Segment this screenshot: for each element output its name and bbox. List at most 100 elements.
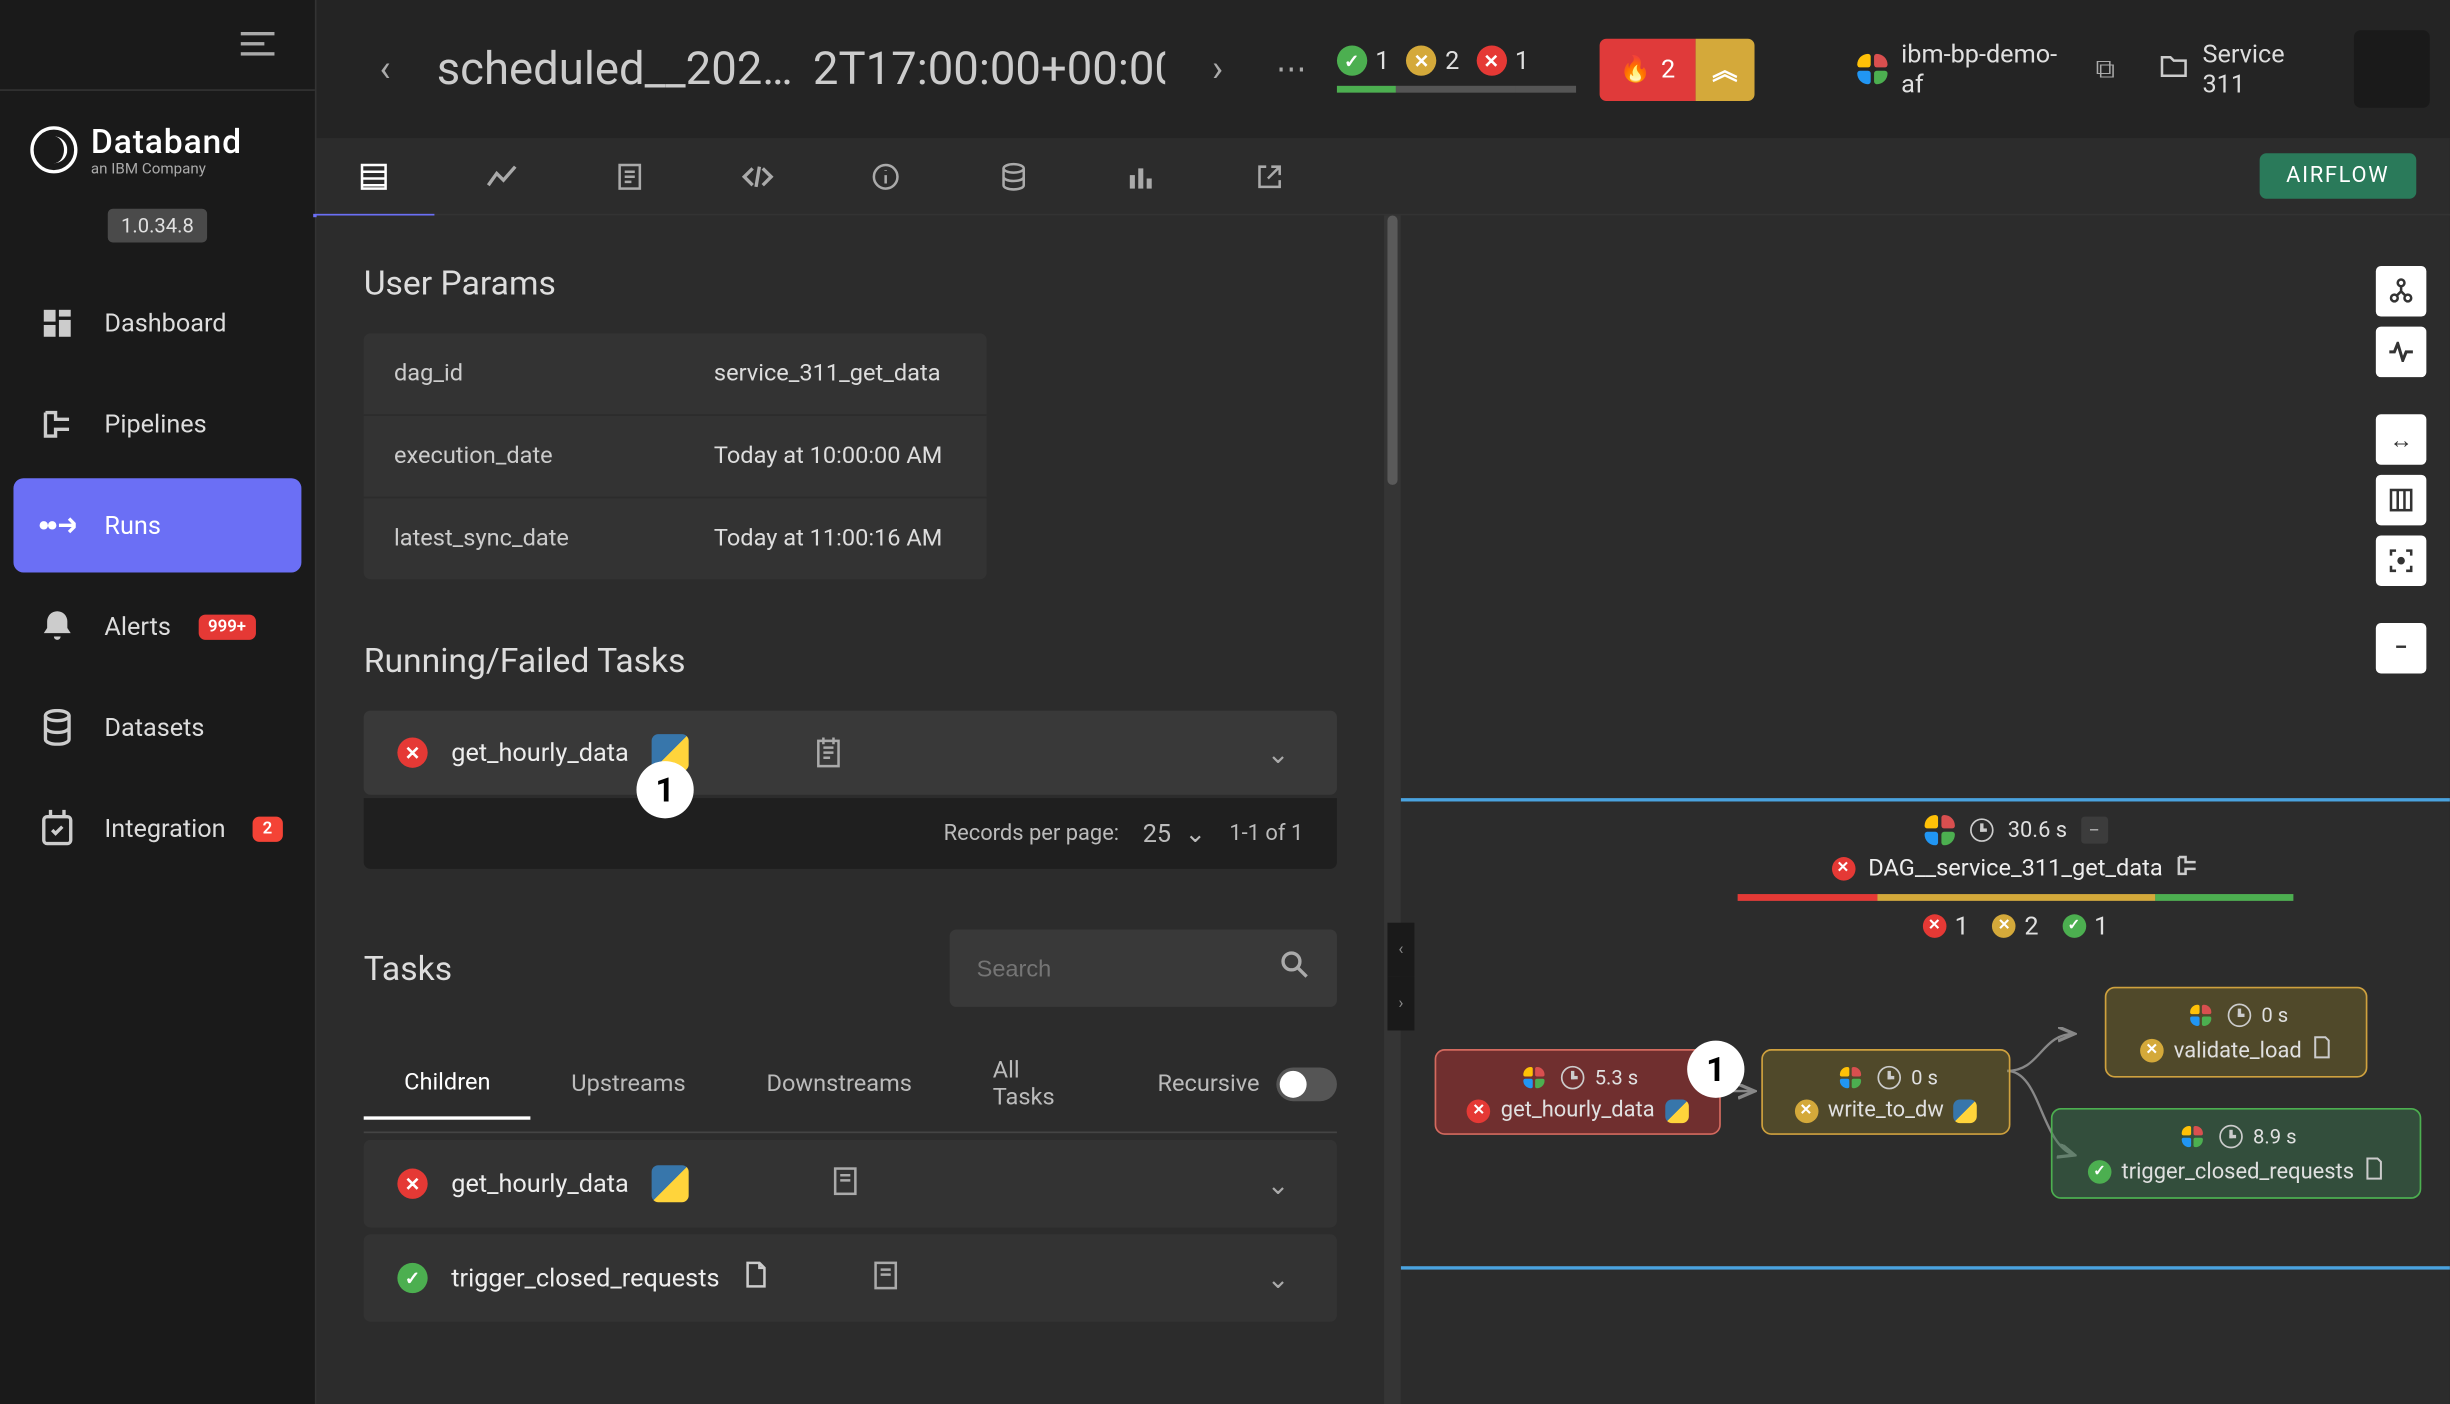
tab-upstreams[interactable]: Upstreams bbox=[531, 1051, 726, 1118]
airflow-button[interactable]: AIRFLOW bbox=[2259, 153, 2416, 198]
folder-chip[interactable]: Service 311 bbox=[2159, 39, 2330, 100]
airflow-icon bbox=[2181, 1125, 2205, 1149]
graph-fit-width-button[interactable]: ↔ bbox=[2376, 414, 2427, 465]
page-size-select[interactable]: 25⌄ bbox=[1143, 818, 1206, 848]
chevron-down-icon[interactable]: ⌄ bbox=[1253, 1168, 1304, 1200]
task-row[interactable]: ✓ trigger_closed_requests ⌄ bbox=[364, 1234, 1337, 1322]
doc-icon bbox=[2364, 1157, 2384, 1187]
param-row: latest_sync_dateToday at 11:00:16 AM bbox=[364, 498, 987, 579]
success-icon: ✓ bbox=[2062, 914, 2086, 938]
more-icon[interactable]: ⋯ bbox=[1269, 51, 1313, 86]
notes-icon[interactable] bbox=[830, 1164, 860, 1204]
alerts-pills[interactable]: 🔥2 ︽ bbox=[1599, 38, 1754, 100]
recursive-toggle[interactable]: Recursive bbox=[1157, 1068, 1336, 1102]
sidebar-item-datasets[interactable]: Datasets bbox=[13, 680, 301, 774]
settings-button[interactable] bbox=[2354, 30, 2430, 107]
sidebar-item-integration[interactable]: Integration 2 bbox=[13, 781, 301, 875]
version-badge: 1.0.34.8 bbox=[108, 209, 208, 243]
dag-root: 30.6 s − ✕ DAG__service_311_get_data bbox=[1738, 813, 2294, 941]
failed-icon: ✕ bbox=[1923, 914, 1947, 938]
pipelines-icon bbox=[37, 404, 77, 444]
dag-graph-panel[interactable]: 30.6 s − ✕ DAG__service_311_get_data bbox=[1401, 216, 2450, 1404]
sidebar: Databand an IBM Company 1.0.34.8 Dashboa… bbox=[0, 0, 317, 1404]
tasks-search[interactable] bbox=[950, 929, 1337, 1006]
logo-area: Databand an IBM Company bbox=[0, 91, 315, 192]
sidebar-item-label: Runs bbox=[104, 510, 160, 540]
task-row[interactable]: ✕ get_hourly_data ⌄ bbox=[364, 1140, 1337, 1228]
clock-icon bbox=[1877, 1066, 1901, 1090]
clock-icon bbox=[1561, 1066, 1585, 1090]
chevron-up-double-icon: ︽ bbox=[1712, 51, 1737, 86]
chevron-down-icon[interactable]: ⌄ bbox=[1253, 737, 1304, 769]
tab-external[interactable] bbox=[1246, 152, 1293, 199]
datasets-icon bbox=[37, 707, 77, 747]
external-link-icon[interactable]: ⧉ bbox=[2096, 52, 2115, 86]
alerts-icon bbox=[37, 606, 77, 646]
airflow-icon bbox=[1855, 52, 1888, 86]
sidebar-item-label: Dashboard bbox=[104, 308, 226, 338]
clock-icon bbox=[1971, 818, 1995, 842]
tasks-title: Tasks bbox=[364, 948, 452, 988]
source-chip[interactable]: ibm-bp-demo-af ⧉ bbox=[1835, 29, 2136, 110]
sidebar-item-dashboard[interactable]: Dashboard bbox=[13, 276, 301, 370]
sidebar-item-alerts[interactable]: Alerts 999+ bbox=[13, 579, 301, 673]
node-get-hourly-data[interactable]: 5.3 s ✕get_hourly_data bbox=[1435, 1049, 1721, 1135]
grip-right-icon: › bbox=[1387, 977, 1414, 1031]
graph-layout-button[interactable] bbox=[2376, 266, 2427, 317]
tab-info[interactable] bbox=[862, 152, 909, 199]
tab-metrics[interactable] bbox=[478, 152, 525, 199]
node-write-to-dw[interactable]: 0 s ✕write_to_dw bbox=[1761, 1049, 2010, 1135]
graph-activity-button[interactable] bbox=[2376, 327, 2427, 378]
breadcrumb-prev-button[interactable]: ‹ bbox=[357, 40, 413, 97]
graph-center-button[interactable] bbox=[2376, 535, 2427, 586]
breadcrumb-next-button[interactable]: › bbox=[1189, 40, 1245, 97]
failed-icon: ✕ bbox=[1831, 857, 1855, 881]
integration-badge: 2 bbox=[253, 816, 283, 841]
airflow-icon bbox=[2189, 1004, 2213, 1028]
retry-icon: ✕ bbox=[1794, 1099, 1818, 1123]
tab-children[interactable]: Children bbox=[364, 1049, 531, 1120]
tab-downstreams[interactable]: Downstreams bbox=[726, 1051, 952, 1118]
menu-collapse-icon bbox=[241, 31, 275, 58]
callout-1: 1 bbox=[636, 761, 693, 818]
alerts-badge: 999+ bbox=[198, 614, 256, 639]
grip-left-icon: ‹ bbox=[1387, 923, 1414, 977]
chevron-down-icon[interactable]: ⌄ bbox=[1253, 1262, 1304, 1294]
node-validate-load[interactable]: 0 s ✕validate_load bbox=[2105, 987, 2368, 1078]
graph-map-button[interactable] bbox=[2376, 475, 2427, 526]
graph-controls: ↔ − bbox=[2376, 266, 2427, 673]
failed-icon: ✕ bbox=[1467, 1099, 1491, 1123]
node-trigger-closed-requests[interactable]: 8.9 s ✓trigger_closed_requests bbox=[2051, 1108, 2421, 1199]
retry-icon: ✕ bbox=[1406, 45, 1436, 75]
callout-1: 1 bbox=[1687, 1041, 1744, 1098]
sidebar-item-runs[interactable]: Runs bbox=[13, 478, 301, 572]
tab-data[interactable] bbox=[990, 152, 1037, 199]
tab-all-tasks[interactable]: All Tasks bbox=[952, 1037, 1110, 1131]
clock-icon bbox=[2219, 1125, 2243, 1149]
search-icon bbox=[1280, 950, 1310, 987]
tabs-bar: AIRFLOW bbox=[317, 138, 2450, 215]
search-input[interactable] bbox=[977, 955, 1263, 982]
minus-icon[interactable]: − bbox=[2081, 817, 2108, 844]
doc-icon bbox=[743, 1259, 770, 1296]
notes-icon[interactable] bbox=[871, 1258, 901, 1298]
sidebar-item-pipelines[interactable]: Pipelines bbox=[13, 377, 301, 471]
pane-resize-grip[interactable]: ‹ › bbox=[1387, 923, 1414, 1031]
logo-icon bbox=[30, 126, 77, 173]
tab-logs[interactable] bbox=[606, 152, 653, 199]
scrollbar[interactable] bbox=[1384, 216, 1401, 1404]
tab-chart[interactable] bbox=[1118, 152, 1165, 199]
page-range: 1-1 of 1 bbox=[1229, 821, 1303, 846]
notes-icon[interactable] bbox=[814, 736, 848, 770]
tab-overview[interactable] bbox=[350, 152, 397, 199]
sidebar-collapse-button[interactable] bbox=[0, 0, 315, 91]
airflow-icon bbox=[1522, 1066, 1546, 1090]
running-failed-title: Running/Failed Tasks bbox=[364, 640, 1337, 680]
tab-code[interactable] bbox=[734, 152, 781, 199]
graph-zoom-out-button[interactable]: − bbox=[2376, 623, 2427, 674]
python-icon bbox=[652, 1165, 689, 1202]
sidebar-item-label: Datasets bbox=[104, 712, 204, 742]
failed-task-card[interactable]: ✕ get_hourly_data ⌄ 1 bbox=[364, 711, 1337, 795]
failed-icon: ✕ bbox=[397, 1169, 427, 1199]
run-title: scheduled__202…2T17:00:00+00:00 bbox=[437, 42, 1166, 96]
